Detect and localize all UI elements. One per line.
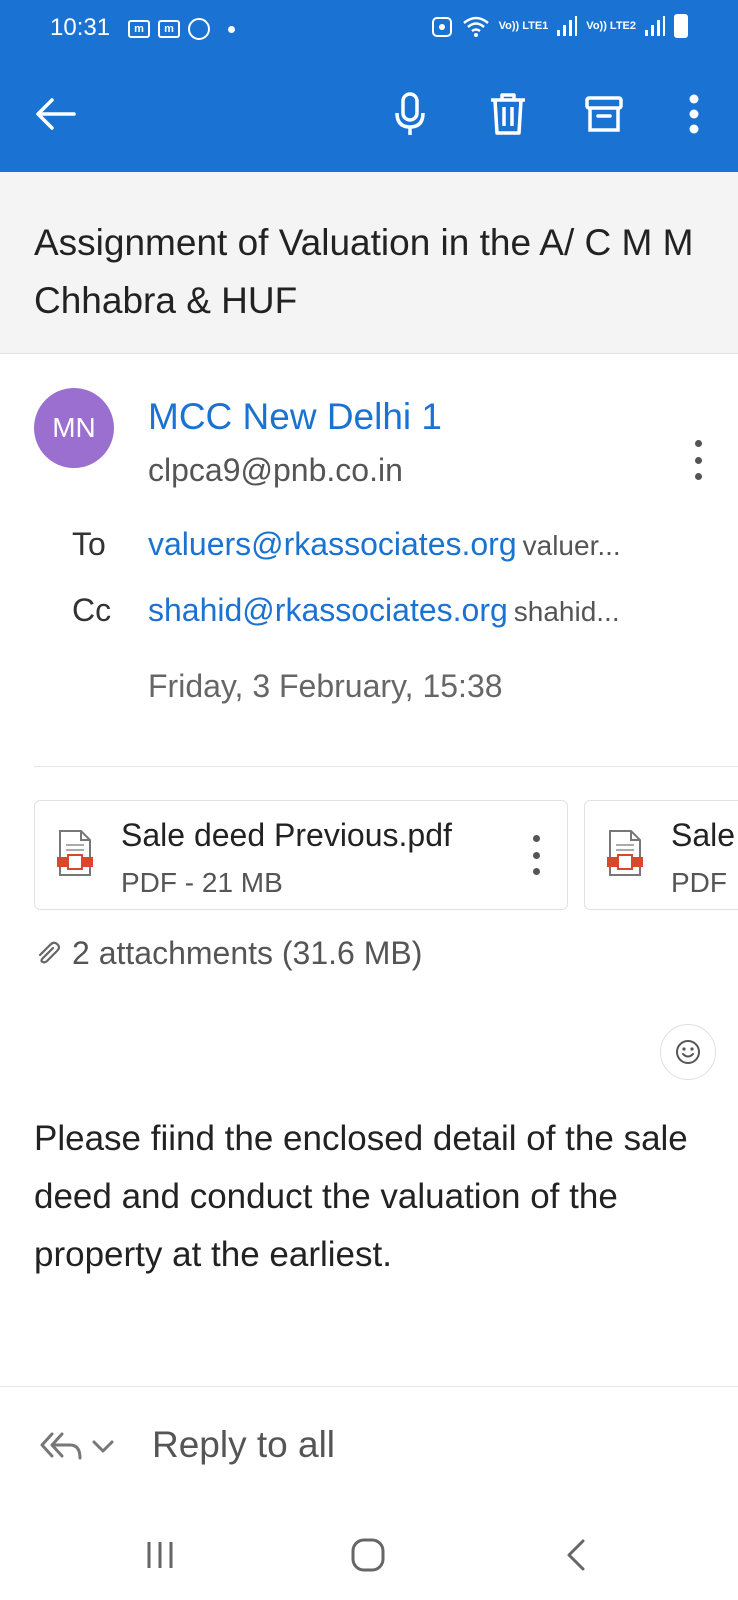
status-bar: 10:31 m m Vo)) LTE1 Vo)) LTE2 [0, 0, 738, 58]
to-name: valuer... [522, 530, 621, 561]
more-vertical-icon [689, 94, 699, 134]
header-divider [34, 766, 738, 767]
attachments-summary[interactable]: 2 attachments (31.6 MB) [34, 935, 422, 972]
more-vertical-icon [694, 440, 702, 447]
reply-divider [0, 1386, 738, 1387]
system-back-button[interactable] [546, 1530, 606, 1580]
attachment-more-button[interactable] [529, 835, 543, 875]
whatsapp-icon [188, 18, 210, 40]
signal-icon [645, 16, 665, 36]
more-vertical-icon-dot [532, 851, 540, 859]
message-more-button[interactable] [686, 440, 710, 480]
battery-icon [674, 14, 688, 38]
more-vertical-icon-dot [532, 868, 540, 875]
to-label: To [72, 526, 106, 562]
overflow-menu-button[interactable] [668, 88, 720, 140]
arrow-back-icon [36, 98, 76, 130]
attachment-meta: PDF - 21 MB [121, 867, 283, 898]
smiley-icon [676, 1040, 700, 1064]
attachment-name: Sale [671, 817, 736, 853]
avatar-initials: MN [52, 412, 96, 443]
sender-name[interactable]: MCC New Delhi 1 [148, 396, 442, 438]
signal-icon [557, 16, 578, 36]
reply-all-icon [40, 1432, 82, 1460]
cc-recipient[interactable]: shahid@rkassociates.org shahid... [148, 592, 620, 629]
network-label-sim2: Vo)) LTE2 [586, 19, 636, 32]
archive-icon [585, 96, 623, 132]
cc-label: Cc [72, 592, 112, 628]
microphone-icon [395, 92, 425, 135]
to-address[interactable]: valuers@rkassociates.org [148, 526, 517, 562]
more-vertical-icon-dot [694, 473, 702, 480]
system-status-icons: Vo)) LTE1 Vo)) LTE2 [431, 14, 688, 38]
archive-button[interactable] [578, 88, 630, 140]
data-saver-icon [431, 17, 452, 37]
wifi-icon [462, 16, 489, 37]
more-vertical-icon-dot [694, 456, 702, 464]
pdf-file-icon [607, 830, 643, 876]
attachment-card[interactable]: Sale PDF [584, 800, 738, 910]
add-reaction-button[interactable] [660, 1024, 716, 1080]
attachment-card[interactable]: Sale deed Previous.pdf PDF - 21 MB [34, 800, 568, 910]
sender-avatar[interactable]: MN [34, 388, 114, 468]
email-toolbar [0, 58, 738, 172]
to-recipient[interactable]: valuers@rkassociates.org valuer... [148, 526, 621, 563]
sender-email: clpca9@pnb.co.in [148, 452, 403, 488]
home-icon [351, 1538, 385, 1572]
trash-icon [491, 93, 525, 135]
reply-options-button[interactable] [40, 1430, 114, 1464]
attachments-summary-label: 2 attachments (31.6 MB) [72, 935, 423, 971]
dictate-button[interactable] [384, 88, 436, 140]
more-vertical-icon [532, 835, 540, 842]
email-date: Friday, 3 February, 15:38 [148, 668, 503, 704]
attachment-name: Sale deed Previous.pdf [121, 817, 452, 853]
system-navigation-bar [0, 1510, 738, 1600]
cc-address[interactable]: shahid@rkassociates.org [148, 592, 508, 628]
notification-icons: m m [128, 18, 235, 40]
status-time: 10:31 [50, 14, 111, 41]
home-button[interactable] [338, 1530, 398, 1580]
email-body: Please fiind the enclosed detail of the … [34, 1119, 688, 1274]
chevron-left-icon [567, 1539, 585, 1571]
network-label-sim1: Vo)) LTE1 [498, 19, 549, 32]
recent-apps-icon [147, 1542, 173, 1568]
recent-apps-button[interactable] [130, 1530, 190, 1580]
pdf-file-icon [57, 830, 93, 876]
reply-all-button[interactable]: Reply to all [152, 1424, 335, 1466]
chevron-down-icon [92, 1440, 114, 1453]
back-button[interactable] [30, 88, 82, 140]
attachment-meta: PDF [671, 867, 727, 898]
app-notification-icon: m [128, 20, 150, 38]
app-notification-icon: m [158, 20, 180, 38]
delete-button[interactable] [482, 88, 534, 140]
paperclip-icon [38, 941, 61, 963]
cc-name: shahid... [513, 596, 620, 627]
more-notifications-dot [228, 25, 235, 33]
subject-header: Assignment of Valuation in the A/ C M M … [0, 172, 738, 354]
email-subject: Assignment of Valuation in the A/ C M M … [34, 222, 694, 321]
